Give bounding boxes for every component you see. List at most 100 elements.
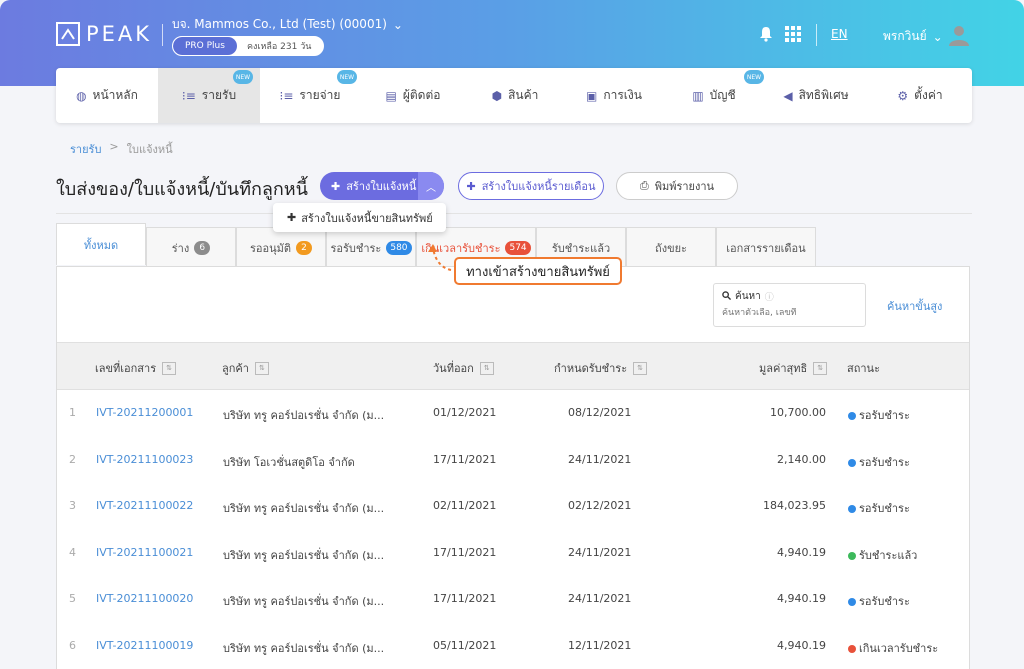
col-net-amount[interactable]: มูลค่าสุทธิ ⇅ bbox=[759, 359, 828, 377]
col-due-date[interactable]: กำหนดรับชำระ ⇅ bbox=[554, 359, 648, 377]
language-switch[interactable]: EN bbox=[831, 27, 848, 41]
sort-icon[interactable]: ⇅ bbox=[479, 361, 494, 375]
tab-pending-approval[interactable]: รออนุมัติ 2 bbox=[236, 227, 326, 267]
sort-icon[interactable]: ⇅ bbox=[162, 361, 177, 375]
advanced-search-link[interactable]: ค้นหาขั้นสูง bbox=[887, 297, 942, 315]
status-badge: รอรับชำระ bbox=[848, 499, 910, 517]
nav-item-label: สิทธิพิเศษ bbox=[798, 88, 849, 102]
create-invoice-dropdown-toggle[interactable]: ︿ bbox=[418, 172, 444, 200]
page-title: ใบส่งของ/ใบแจ้งหนี้/บันทึกลูกหนี้ bbox=[56, 179, 308, 200]
customer-name: บริษัท โอเวชั่นสตูดิโอ จำกัด bbox=[223, 455, 355, 469]
apps-grid-icon[interactable] bbox=[785, 26, 801, 46]
help-icon[interactable]: ⓘ bbox=[765, 290, 774, 303]
tab-count-badge: 6 bbox=[194, 240, 211, 255]
tab-count-badge: 580 bbox=[386, 240, 412, 255]
col-issue-date[interactable]: วันที่ออก ⇅ bbox=[433, 359, 494, 377]
breadcrumb-root[interactable]: รายรับ bbox=[70, 140, 101, 158]
status-dot-icon bbox=[848, 598, 856, 606]
create-monthly-invoice-button[interactable]: ✚ สร้างใบแจ้งหนี้รายเดือน bbox=[458, 172, 604, 200]
ledger-icon: ▥ bbox=[692, 88, 704, 103]
sort-icon[interactable]: ⇅ bbox=[254, 361, 269, 375]
new-badge: NEW bbox=[337, 70, 357, 84]
plan-badge: PRO Plus คงเหลือ 231 วัน bbox=[172, 36, 324, 56]
nav-item-label: สินค้า bbox=[508, 88, 539, 102]
customer-name: บริษัท ทรู คอร์ปอเรชั่น จำกัด (ม... bbox=[223, 595, 385, 608]
nav-item-products[interactable]: ⬢ สินค้า bbox=[466, 68, 564, 123]
nav-item-settings[interactable]: ⚙ ตั้งค่า bbox=[868, 68, 972, 123]
nav-item-label: บัญชี bbox=[709, 88, 736, 102]
logo-mark-icon bbox=[56, 22, 80, 46]
nav-item-label: การเงิน bbox=[603, 88, 642, 102]
tab-monthly-documents[interactable]: เอกสารรายเดือน bbox=[716, 227, 816, 267]
table-row[interactable]: 6 IVT-20211100019 บริษัท ทรู คอร์ปอเรชั่น … bbox=[57, 623, 969, 669]
plus-icon: ✚ bbox=[287, 211, 297, 224]
user-name: พรกวินย์ bbox=[883, 29, 927, 43]
dashboard-icon: ◍ bbox=[76, 88, 87, 103]
tab-label: รอรับชำระ bbox=[330, 241, 382, 255]
status-badge: เกินเวลารับชำระ bbox=[848, 639, 938, 657]
tab-count-badge: 2 bbox=[296, 240, 313, 255]
nav-item-privileges[interactable]: ◀ สิทธิพิเศษ bbox=[764, 68, 868, 123]
table-row[interactable]: 1 IVT-20211200001 บริษัท ทรู คอร์ปอเรชั่น … bbox=[57, 390, 969, 436]
box-icon: ⬢ bbox=[491, 88, 503, 103]
user-menu[interactable]: พรกวินย์ ⌄ bbox=[883, 27, 943, 46]
tab-awaiting-payment[interactable]: รอรับชำระ 580 bbox=[326, 227, 416, 267]
tab-label: รออนุมัติ bbox=[249, 241, 292, 255]
doc-number-link[interactable]: IVT-20211100022 bbox=[96, 499, 193, 512]
due-date: 08/12/2021 bbox=[568, 406, 632, 419]
nav-item-expense[interactable]: NEW ⁝≡ รายจ่าย bbox=[260, 68, 360, 123]
create-asset-invoice-menu-item[interactable]: ✚ สร้างใบแจ้งหนี้ขายสินทรัพย์ bbox=[273, 203, 446, 232]
doc-number-link[interactable]: IVT-20211100020 bbox=[96, 592, 193, 605]
tab-label: รับชำระแล้ว bbox=[551, 241, 611, 255]
nav-item-home[interactable]: ◍ หน้าหลัก bbox=[56, 68, 158, 123]
create-invoice-button[interactable]: ✚ สร้างใบแจ้งหนี้ ︿ bbox=[320, 172, 444, 200]
tab-count-badge: 574 bbox=[505, 240, 531, 255]
tab-draft[interactable]: ร่าง 6 bbox=[146, 227, 236, 267]
table-row[interactable]: 5 IVT-20211100020 บริษัท ทรู คอร์ปอเรชั่น … bbox=[57, 576, 969, 622]
bell-icon[interactable] bbox=[758, 26, 774, 46]
search-box[interactable]: ค้นหา ⓘ bbox=[713, 283, 866, 327]
col-doc-number[interactable]: เลขที่เอกสาร ⇅ bbox=[95, 359, 177, 377]
table-row[interactable]: 4 IVT-20211100021 บริษัท ทรู คอร์ปอเรชั่น … bbox=[57, 530, 969, 576]
logo-text: PEAK bbox=[86, 22, 153, 46]
tab-trash[interactable]: ถังขยะ bbox=[626, 227, 716, 267]
print-report-label: พิมพ์รายงาน bbox=[654, 180, 715, 193]
main-nav: ◍ หน้าหลัก NEW ⁝≡ รายรับ NEW ⁝≡ รายจ่าย … bbox=[56, 68, 972, 123]
nav-item-income[interactable]: NEW ⁝≡ รายรับ bbox=[158, 68, 260, 123]
row-number: 3 bbox=[69, 499, 76, 512]
sort-icon[interactable]: ⇅ bbox=[633, 361, 648, 375]
nav-item-label: รายจ่าย bbox=[299, 88, 341, 102]
search-input[interactable] bbox=[722, 308, 858, 318]
avatar[interactable] bbox=[948, 24, 970, 46]
doc-number-link[interactable]: IVT-20211100021 bbox=[96, 546, 193, 559]
doc-number-link[interactable]: IVT-20211100023 bbox=[96, 453, 193, 466]
doc-number-link[interactable]: IVT-20211100019 bbox=[96, 639, 193, 652]
col-customer[interactable]: ลูกค้า ⇅ bbox=[222, 359, 269, 377]
doc-number-link[interactable]: IVT-20211200001 bbox=[96, 406, 193, 419]
company-name: บจ. Mammos Co., Ltd (Test) (00001) bbox=[172, 17, 387, 31]
nav-item-accounting[interactable]: NEW ▥ บัญชี bbox=[664, 68, 764, 123]
create-monthly-invoice-label: สร้างใบแจ้งหนี้รายเดือน bbox=[481, 180, 596, 193]
tab-all[interactable]: ทั้งหมด bbox=[56, 223, 146, 265]
issue-date: 17/11/2021 bbox=[433, 452, 497, 466]
print-report-button[interactable]: ⎙ พิมพ์รายงาน bbox=[616, 172, 738, 200]
invoice-list-panel: ค้นหา ⓘ ค้นหาขั้นสูง เลขที่เอกสาร ⇅ ลูกค… bbox=[56, 266, 970, 669]
divider bbox=[56, 213, 972, 214]
nav-item-finance[interactable]: ▣ การเงิน bbox=[564, 68, 664, 123]
megaphone-icon: ◀ bbox=[783, 88, 793, 103]
breadcrumb-separator: > bbox=[109, 140, 119, 153]
table-row[interactable]: 3 IVT-20211100022 บริษัท ทรู คอร์ปอเรชั่น … bbox=[57, 483, 969, 529]
status-dot-icon bbox=[848, 551, 856, 560]
breadcrumb-current: ใบแจ้งหนี้ bbox=[126, 143, 173, 156]
status-text: เกินเวลารับชำระ bbox=[859, 641, 939, 655]
status-text: รอรับชำระ bbox=[859, 502, 910, 515]
gear-icon: ⚙ bbox=[897, 88, 909, 103]
peak-logo[interactable]: PEAK bbox=[56, 20, 152, 48]
create-invoice-main[interactable]: ✚ สร้างใบแจ้งหนี้ bbox=[320, 172, 418, 200]
company-selector[interactable]: บจ. Mammos Co., Ltd (Test) (00001) ⌄ bbox=[172, 15, 403, 34]
table-row[interactable]: 2 IVT-20211100023 บริษัท โอเวชั่นสตูดิโอ จ… bbox=[57, 437, 969, 483]
status-dot-icon bbox=[848, 505, 856, 513]
column-label: เลขที่เอกสาร bbox=[95, 362, 157, 375]
sort-icon[interactable]: ⇅ bbox=[813, 361, 828, 375]
nav-item-contacts[interactable]: ▤ ผู้ติดต่อ bbox=[360, 68, 466, 123]
